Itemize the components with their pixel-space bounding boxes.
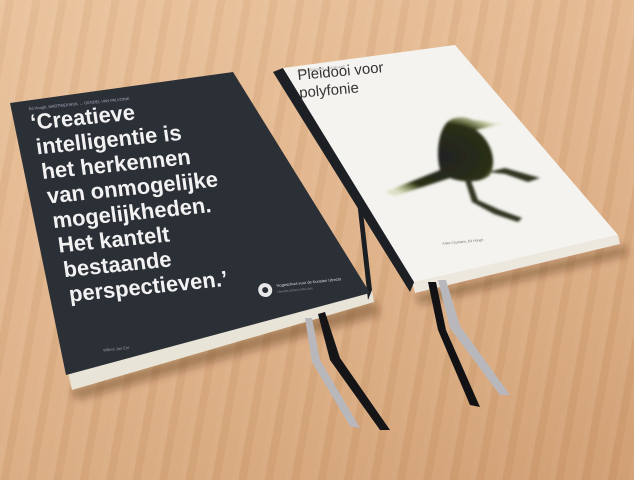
bookmark-ribbon-grey <box>305 318 360 428</box>
photo-scene: Ed Hoogh, MARTINEKWIJK ↔ GENDEL VAN PALV… <box>10 45 628 430</box>
bookmark-ribbon-black <box>318 312 390 430</box>
